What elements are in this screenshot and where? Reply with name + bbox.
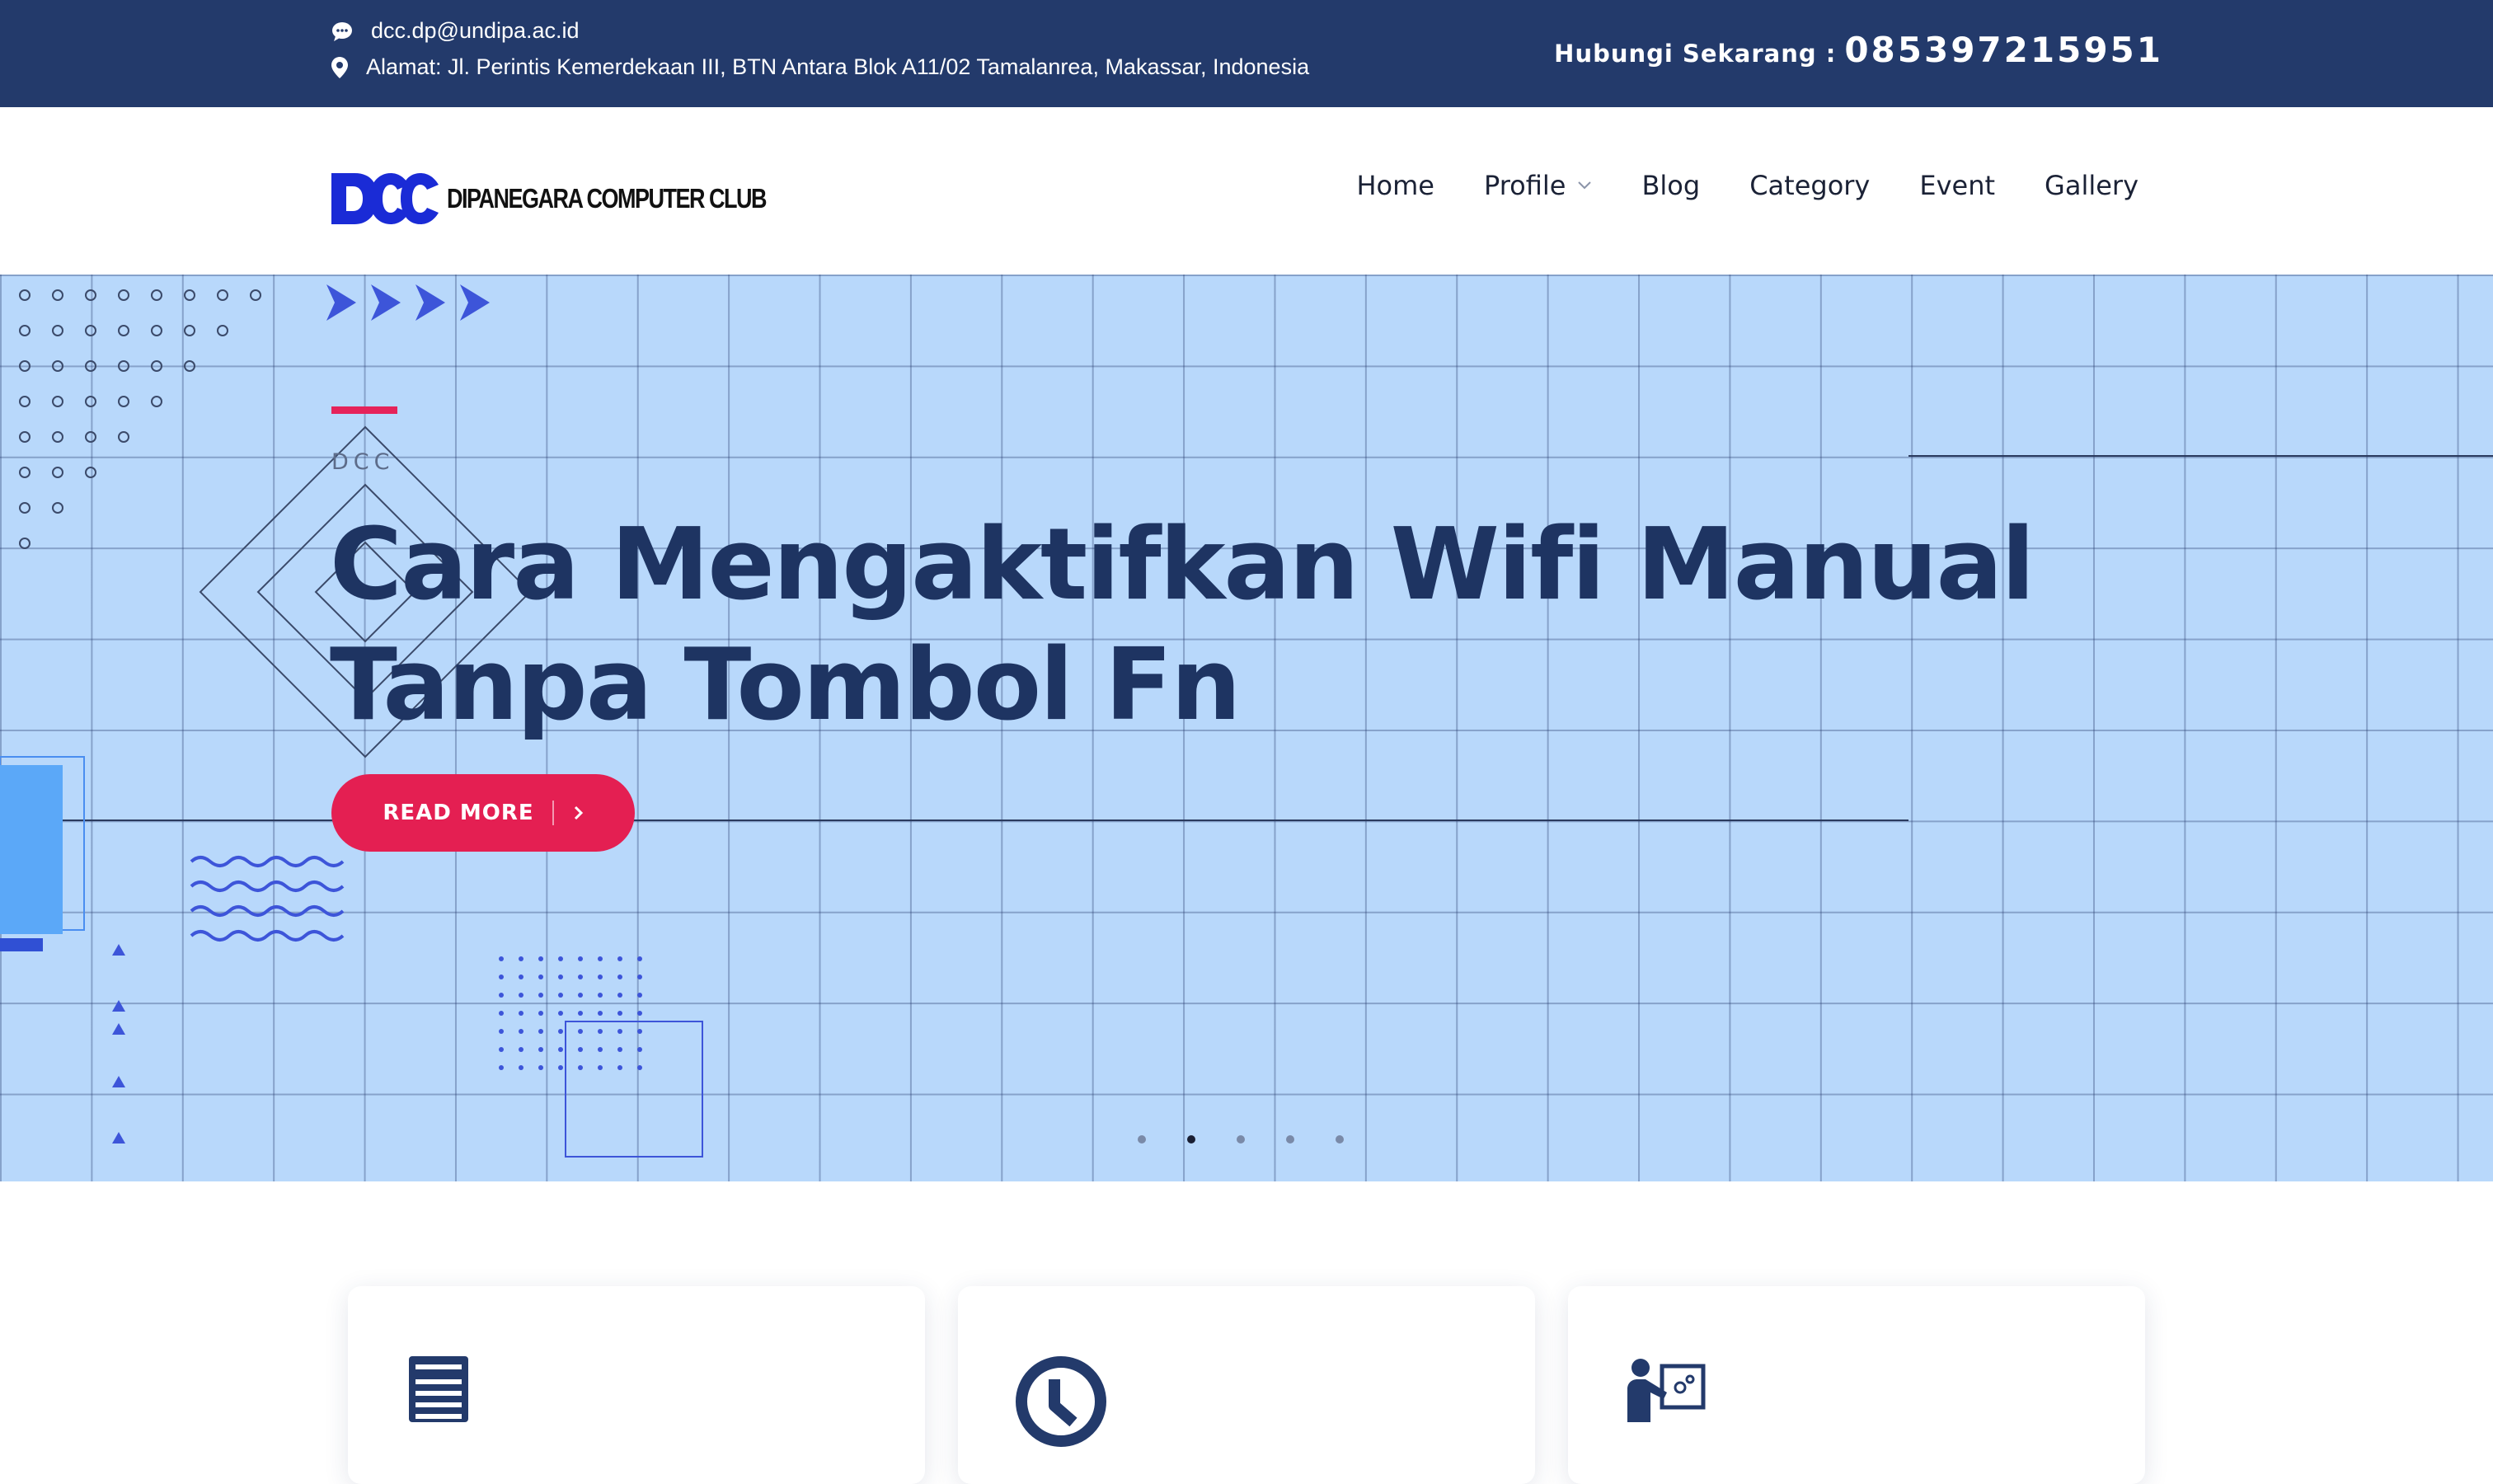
nav-event-label: Event <box>1919 170 1996 201</box>
feature-card-3[interactable] <box>1568 1286 2145 1484</box>
site-logo[interactable]: DIPANEGARA COMPUTER CLUB <box>330 165 768 232</box>
read-more-label: READ MORE <box>383 801 534 825</box>
dcc-logo-mark <box>331 173 439 224</box>
nav-event[interactable]: Event <box>1919 170 1995 201</box>
phone-number[interactable]: 085397215951 <box>1844 30 2163 70</box>
feature-card-2[interactable] <box>958 1286 1535 1484</box>
contact-address-row: Alamat: Jl. Perintis Kemerdekaan III, BT… <box>331 54 1309 80</box>
read-more-button[interactable]: READ MORE <box>331 774 635 852</box>
nav-category-label: Category <box>1749 170 1871 201</box>
call-now: Hubungi Sekarang : 085397215951 <box>1554 30 2163 70</box>
nav-gallery[interactable]: Gallery <box>2045 170 2139 201</box>
nav-blog-label: Blog <box>1641 170 1701 201</box>
nav-profile-label: Profile <box>1483 170 1566 201</box>
hero-eyebrow: DCC <box>331 449 395 475</box>
document-list-icon <box>409 1356 468 1422</box>
main-nav: Home Profile Blog Category Event Gallery <box>1307 170 2139 201</box>
slider-dot-2[interactable] <box>1187 1135 1195 1144</box>
top-bar: dcc.dp@undipa.ac.id Alamat: Jl. Perintis… <box>0 0 2493 107</box>
map-pin-icon <box>331 56 348 78</box>
nav-home[interactable]: Home <box>1356 170 1434 201</box>
clock-icon <box>1016 1356 1106 1447</box>
slider-dot-1[interactable] <box>1138 1135 1146 1144</box>
contact-address: Alamat: Jl. Perintis Kemerdekaan III, BT… <box>366 54 1310 79</box>
nav-gallery-label: Gallery <box>2045 170 2139 201</box>
presenter-board-icon <box>1627 1359 1706 1422</box>
slider-dot-4[interactable] <box>1286 1135 1294 1144</box>
contact-email[interactable]: dcc.dp@undipa.ac.id <box>371 18 580 44</box>
chevron-right-icon <box>574 805 583 820</box>
slider-dot-3[interactable] <box>1237 1135 1245 1144</box>
hero-slider: DCC Cara Mengaktifkan Wifi Manual Tanpa … <box>0 275 2493 1181</box>
chat-bubble-icon <box>332 21 352 41</box>
hero-title: Cara Mengaktifkan Wifi Manual Tanpa Tomb… <box>330 508 2035 743</box>
slider-dot-5[interactable] <box>1336 1135 1344 1144</box>
contact-email-row[interactable]: dcc.dp@undipa.ac.id <box>331 18 580 44</box>
nav-profile[interactable]: Profile <box>1484 170 1593 201</box>
nav-blog[interactable]: Blog <box>1641 170 1700 201</box>
chevron-down-icon <box>1578 181 1592 190</box>
hero-accent-dash <box>331 406 397 414</box>
logo-text: DIPANEGARA COMPUTER CLUB <box>447 182 768 214</box>
site-header: DIPANEGARA COMPUTER CLUB Home Profile Bl… <box>0 107 2493 275</box>
nav-home-label: Home <box>1356 170 1434 201</box>
slider-pagination <box>1138 1135 1385 1144</box>
nav-category[interactable]: Category <box>1749 170 1870 201</box>
button-divider <box>552 801 554 825</box>
feature-card-1[interactable] <box>348 1286 925 1484</box>
call-now-label: Hubungi Sekarang : <box>1554 40 1837 68</box>
